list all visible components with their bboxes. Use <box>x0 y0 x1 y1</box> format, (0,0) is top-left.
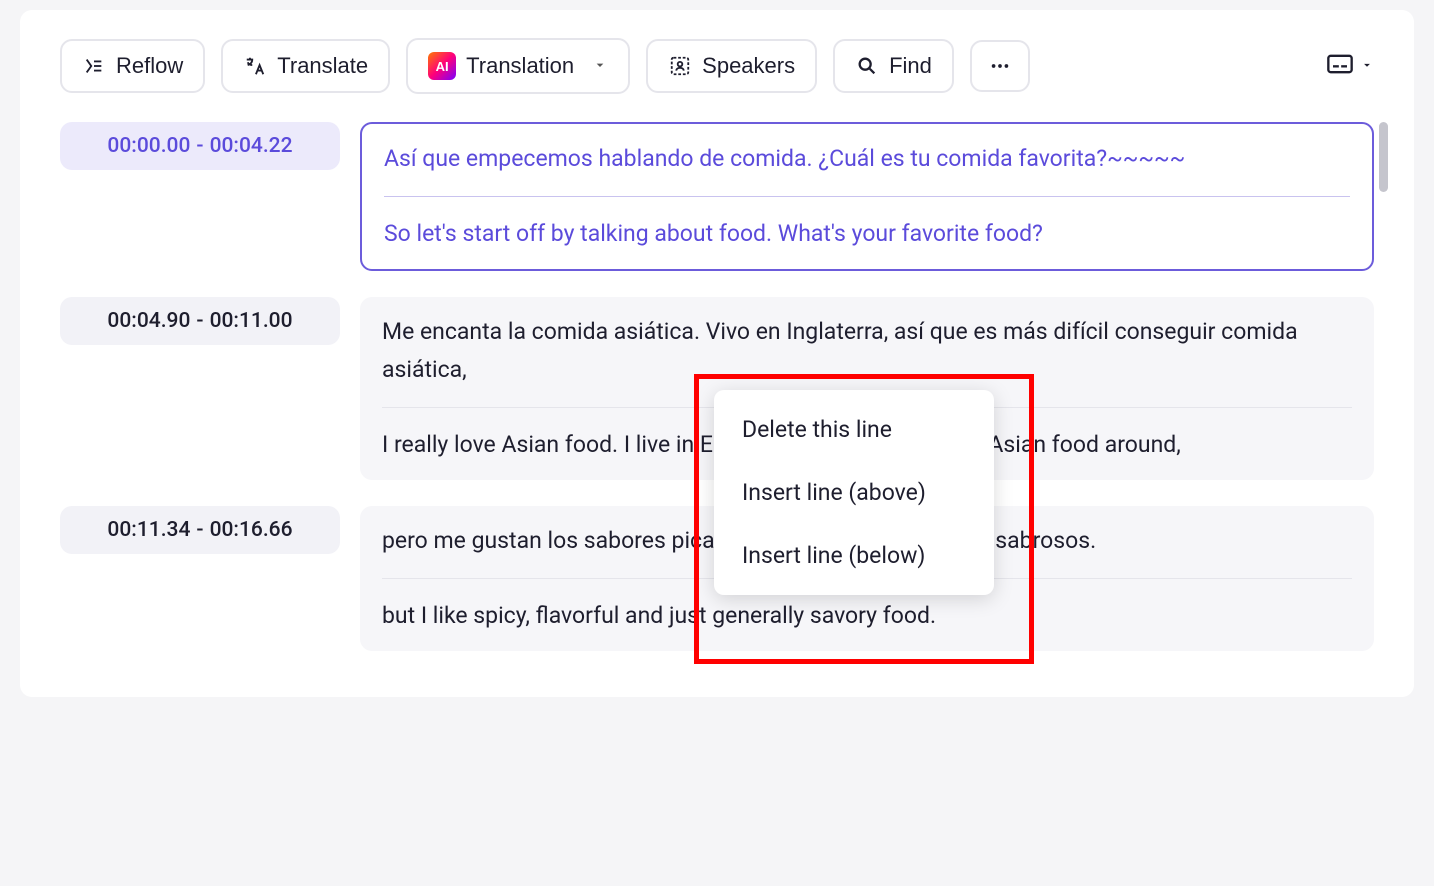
translate-icon <box>243 54 267 78</box>
chevron-down-icon <box>1360 57 1374 76</box>
text-cell[interactable]: Así que empecemos hablando de comida. ¿C… <box>360 122 1374 271</box>
transcript-row: 00:00.00 - 00:04.22 Así que empecemos ha… <box>60 122 1374 271</box>
scrollbar[interactable] <box>1379 122 1388 192</box>
context-menu: Delete this line Insert line (above) Ins… <box>714 390 994 595</box>
menu-insert-below[interactable]: Insert line (below) <box>714 524 994 587</box>
timestamp[interactable]: 00:00.00 - 00:04.22 <box>60 122 340 170</box>
translation-dropdown-button[interactable]: AI Translation <box>406 38 630 94</box>
search-icon <box>855 54 879 78</box>
more-button[interactable] <box>970 40 1030 92</box>
captions-icon <box>1326 50 1354 82</box>
reflow-label: Reflow <box>116 53 183 79</box>
reflow-button[interactable]: Reflow <box>60 39 205 93</box>
speakers-label: Speakers <box>702 53 795 79</box>
source-text[interactable]: Me encanta la comida asiática. Vivo en I… <box>382 313 1352 389</box>
menu-insert-above[interactable]: Insert line (above) <box>714 461 994 524</box>
timestamp[interactable]: 00:04.90 - 00:11.00 <box>60 297 340 345</box>
menu-delete-line[interactable]: Delete this line <box>714 398 994 461</box>
editor-container: Reflow Translate AI Translation <box>20 10 1414 697</box>
ellipsis-icon <box>988 54 1012 78</box>
timestamp[interactable]: 00:11.34 - 00:16.66 <box>60 506 340 554</box>
translation-text[interactable]: So let's start off by talking about food… <box>384 215 1350 253</box>
find-button[interactable]: Find <box>833 39 954 93</box>
ai-icon: AI <box>428 52 456 80</box>
reflow-icon <box>82 54 106 78</box>
translation-text[interactable]: but I like spicy, flavorful and just gen… <box>382 597 1352 635</box>
chevron-down-icon <box>592 53 608 79</box>
view-mode-dropdown[interactable] <box>1326 50 1374 82</box>
divider <box>384 196 1350 197</box>
toolbar: Reflow Translate AI Translation <box>60 10 1374 122</box>
speakers-icon <box>668 54 692 78</box>
translation-label: Translation <box>466 53 574 79</box>
translate-label: Translate <box>277 53 368 79</box>
transcript-content: 00:00.00 - 00:04.22 Así que empecemos ha… <box>60 122 1374 651</box>
speakers-button[interactable]: Speakers <box>646 39 817 93</box>
translate-button[interactable]: Translate <box>221 39 390 93</box>
find-label: Find <box>889 53 932 79</box>
source-text[interactable]: Así que empecemos hablando de comida. ¿C… <box>384 140 1350 178</box>
